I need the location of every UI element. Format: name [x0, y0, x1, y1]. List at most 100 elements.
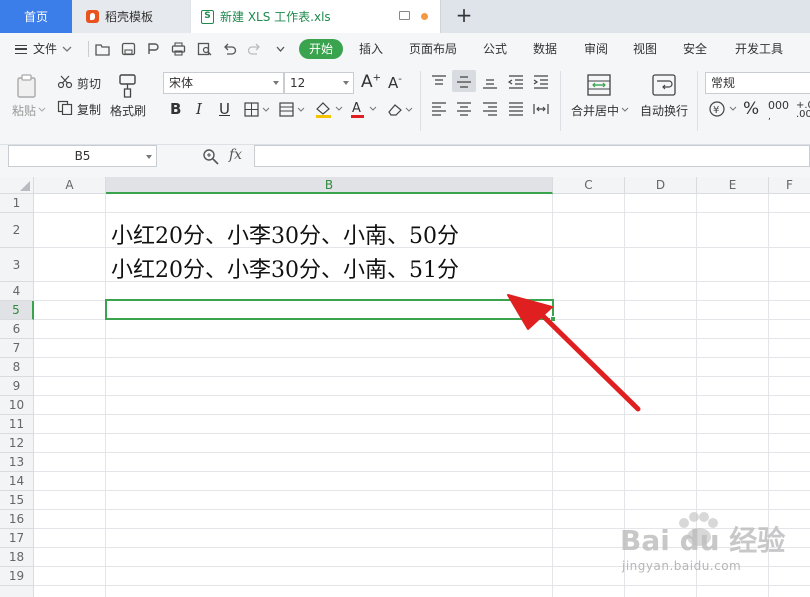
row-header[interactable]: 1 [0, 194, 34, 213]
column-header-e[interactable]: E [697, 177, 769, 194]
file-menu[interactable]: 文件 [15, 33, 72, 65]
align-left-icon[interactable] [430, 101, 448, 117]
distributed-align-icon[interactable] [532, 101, 550, 117]
formula-input[interactable] [254, 145, 810, 167]
tab-workbook[interactable]: S 新建 XLS 工作表.xls [191, 0, 441, 33]
cell-style-icon[interactable] [279, 102, 305, 117]
format-painter-button[interactable]: 格式刷 [110, 102, 146, 119]
row-header[interactable]: 8 [0, 358, 34, 377]
new-tab-button[interactable]: + [452, 4, 476, 28]
cell-b2[interactable]: 小红20分、小李30分、小南、50分 [111, 218, 459, 250]
row-header[interactable]: 18 [0, 548, 34, 567]
decrease-font-size-icon[interactable]: A- [388, 74, 402, 92]
row-header[interactable]: 14 [0, 472, 34, 491]
spreadsheet-grid[interactable]: A B C D E F 1 2 3 4 5 6 7 8 9 10 11 12 1… [0, 177, 810, 597]
wrap-text-icon[interactable] [651, 73, 677, 97]
row-header[interactable]: 19 [0, 567, 34, 586]
ribbon-tab-formulas[interactable]: 公式 [483, 33, 507, 65]
increase-font-size-icon[interactable]: A+ [361, 72, 381, 92]
align-right-icon[interactable] [481, 101, 499, 117]
insert-function-button[interactable]: fx [229, 147, 242, 163]
ribbon-tab-view[interactable]: 视图 [633, 33, 657, 65]
ribbon-tab-page-layout[interactable]: 页面布局 [409, 33, 457, 65]
borders-icon[interactable] [244, 102, 270, 117]
row-header[interactable]: 4 [0, 282, 34, 301]
row-header[interactable]: 12 [0, 434, 34, 453]
currency-format-icon[interactable]: ¥ [708, 100, 738, 118]
customize-dropdown-icon[interactable] [273, 42, 288, 56]
row-header[interactable]: 13 [0, 453, 34, 472]
ribbon-tab-security[interactable]: 安全 [683, 33, 707, 65]
row-header[interactable]: 9 [0, 377, 34, 396]
row-header[interactable] [0, 586, 34, 597]
clear-format-icon[interactable] [386, 101, 414, 117]
tab-docer-templates[interactable]: 稻壳模板 [72, 0, 190, 33]
row-header[interactable]: 3 [0, 248, 34, 282]
increase-decimal-icon[interactable]: +.0.00 [796, 101, 810, 120]
align-bottom-icon[interactable] [481, 74, 499, 90]
italic-icon[interactable]: I [196, 100, 202, 118]
ribbon-tab-insert[interactable]: 插入 [359, 33, 383, 65]
column-header-d[interactable]: D [625, 177, 697, 194]
watermark-brand: Bai du 经验 [620, 524, 786, 557]
display-mode-icon[interactable] [399, 11, 410, 20]
ribbon-tab-developer[interactable]: 开发工具 [735, 33, 783, 65]
increase-indent-icon[interactable] [532, 74, 550, 90]
format-painter-icon[interactable] [117, 73, 139, 99]
selected-cell-b5[interactable] [105, 299, 554, 320]
ribbon-tab-home[interactable]: 开始 [299, 39, 343, 59]
print-preview-icon[interactable] [197, 42, 212, 56]
name-box[interactable]: B5 [8, 145, 157, 167]
align-center-icon[interactable] [455, 101, 473, 117]
row-header[interactable]: 16 [0, 510, 34, 529]
paste-button[interactable]: 粘贴 [12, 102, 36, 119]
row-header[interactable]: 15 [0, 491, 34, 510]
zoom-search-icon[interactable] [202, 148, 220, 166]
font-color-icon[interactable]: A [350, 100, 378, 118]
column-header-c[interactable]: C [553, 177, 625, 194]
row-header[interactable]: 10 [0, 396, 34, 415]
tab-home[interactable]: 首页 [0, 0, 72, 33]
merge-center-button[interactable]: 合并居中 [571, 102, 619, 119]
align-middle-icon[interactable] [455, 74, 473, 90]
column-header-b[interactable]: B [106, 177, 553, 194]
ribbon-tab-data[interactable]: 数据 [533, 33, 557, 65]
export-pdf-icon[interactable] [146, 42, 161, 56]
scissors-icon[interactable] [57, 75, 73, 89]
wrap-text-button[interactable]: 自动换行 [640, 102, 688, 119]
row-header[interactable]: 17 [0, 529, 34, 548]
merge-center-icon[interactable] [586, 73, 612, 97]
cell-b3[interactable]: 小红20分、小李30分、小南、51分 [111, 252, 459, 284]
row-header-selected[interactable]: 5 [0, 301, 34, 320]
align-top-icon[interactable] [430, 74, 448, 90]
decrease-indent-icon[interactable] [507, 74, 525, 90]
row-header[interactable]: 11 [0, 415, 34, 434]
paste-dropdown-icon[interactable] [38, 107, 46, 113]
underline-icon[interactable]: U [219, 100, 230, 118]
column-header-a[interactable]: A [34, 177, 106, 194]
bold-icon[interactable]: B [170, 100, 181, 118]
copy-icon[interactable] [57, 100, 73, 115]
select-all-corner[interactable] [0, 177, 34, 194]
thousands-separator-icon[interactable]: 000, [768, 100, 789, 122]
save-icon[interactable] [121, 42, 136, 56]
row-header[interactable]: 2 [0, 213, 34, 248]
open-folder-icon[interactable] [95, 42, 110, 56]
percent-format-icon[interactable]: % [743, 99, 759, 119]
print-icon[interactable] [171, 42, 186, 56]
row-header[interactable]: 6 [0, 320, 34, 339]
column-header-f[interactable]: F [769, 177, 810, 194]
copy-button[interactable]: 复制 [77, 101, 101, 118]
redo-icon[interactable] [247, 42, 262, 56]
chevron-down-icon[interactable] [621, 107, 629, 113]
cut-button[interactable]: 剪切 [77, 75, 101, 92]
font-size-select[interactable]: 12 [284, 72, 354, 94]
number-format-select[interactable]: 常规 [705, 72, 810, 94]
row-header[interactable]: 7 [0, 339, 34, 358]
paste-icon[interactable] [14, 73, 40, 99]
fill-color-icon[interactable] [314, 100, 344, 118]
ribbon-tab-review[interactable]: 审阅 [584, 33, 608, 65]
font-name-select[interactable]: 宋体 [163, 72, 284, 94]
justify-icon[interactable] [507, 101, 525, 117]
undo-icon[interactable] [222, 42, 237, 56]
